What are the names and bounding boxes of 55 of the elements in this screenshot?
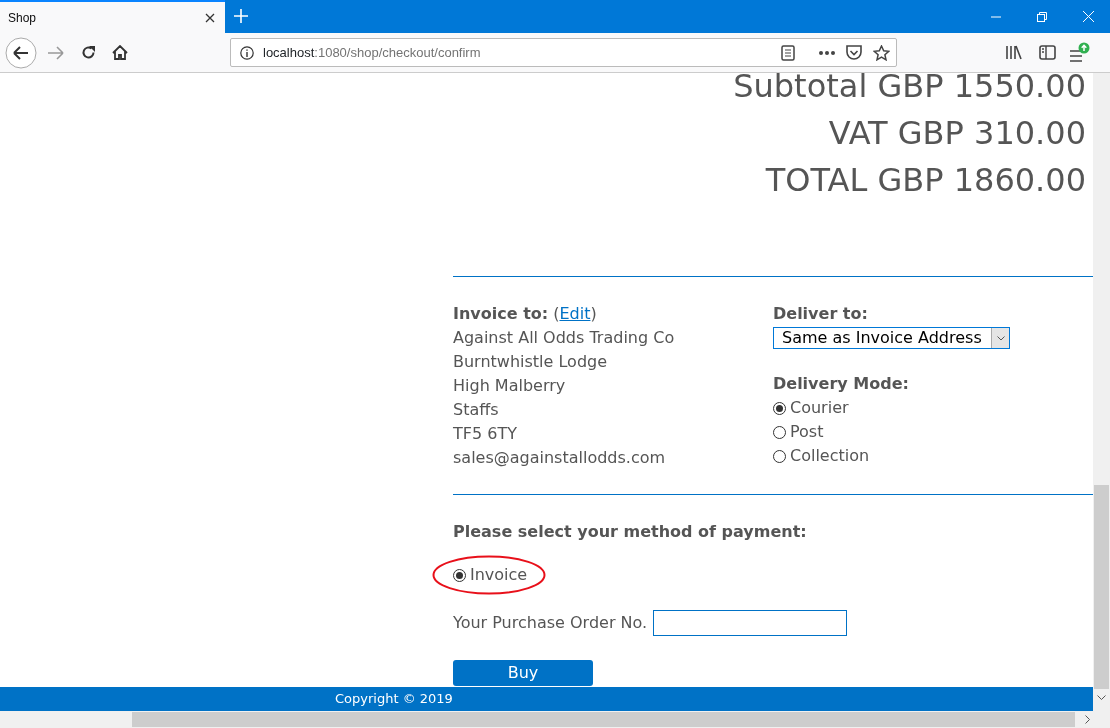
info-icon [240,45,254,60]
edit-link[interactable]: Edit [559,302,591,326]
scroll-down-icon[interactable] [1097,695,1106,701]
address-line: Against All Odds Trading Co [453,328,675,347]
address-line: High Malberry [453,376,566,395]
radio-button[interactable] [773,449,786,463]
address-line: Staffs [453,400,499,419]
address-bar[interactable]: localhost:1080/shop/checkout/confirm [230,38,897,67]
library-icon[interactable] [1005,45,1022,60]
reader-view-icon[interactable] [781,44,795,61]
scrollbar-thumb[interactable] [1094,485,1109,689]
total-line: TOTAL GBP 1860.00 [764,160,1087,201]
menu-icon[interactable] [1068,41,1090,64]
address-line: TF5 6TY [453,424,517,443]
sidebar-icon[interactable] [1039,45,1056,60]
radio-label: Invoice [470,564,528,586]
more-icon[interactable] [819,50,835,55]
back-icon[interactable] [5,36,37,69]
delivery-mode-label: Delivery Mode: [773,374,909,393]
invoice-label: Invoice to: [453,303,549,325]
radio-button[interactable] [453,568,466,582]
radio-label: Collection [790,445,870,467]
total-line: VAT GBP 310.00 [827,113,1087,154]
buy-button[interactable]: Buy [453,660,593,686]
close-icon[interactable] [205,12,215,23]
po-label: Your Purchase Order No. [453,612,648,634]
reload-icon[interactable] [81,45,96,60]
address-select[interactable]: Same as Invoice Address [773,327,1010,349]
caret-icon [996,335,1005,341]
radio-label: Courier [790,397,849,419]
scrollbar-thumb[interactable] [132,712,1075,727]
horizontal-scrollbar[interactable] [0,711,1110,728]
forward-icon[interactable] [48,45,64,60]
address-line: Burntwhistle Lodge [453,352,608,371]
star-icon[interactable] [873,44,890,61]
new-tab-icon[interactable] [234,9,248,23]
address-line: sales@againstallodds.com [453,448,666,467]
tab-title: Shop [8,9,37,27]
pocket-icon[interactable] [846,45,862,60]
deliver-label: Deliver to: [773,304,868,323]
vertical-scrollbar[interactable] [1093,73,1110,711]
paren-text: ( [553,303,560,325]
copyright-text: Copyright © 2019 [335,691,453,706]
paren-text: ) [590,303,597,325]
radio-button[interactable] [773,401,786,415]
home-icon[interactable] [112,45,128,60]
po-input-field[interactable] [653,610,848,636]
payment-heading: Please select your method of payment: [453,522,807,541]
radio-button[interactable] [773,425,786,439]
scroll-right-icon[interactable] [1085,715,1091,724]
tab[interactable]: Shop [0,0,225,33]
restore-icon[interactable] [1037,11,1047,22]
url-text: localhost:1080/shop/checkout/confirm [263,43,481,62]
radio-label: Post [790,421,824,443]
total-line: Subtotal GBP 1550.00 [732,66,1087,107]
